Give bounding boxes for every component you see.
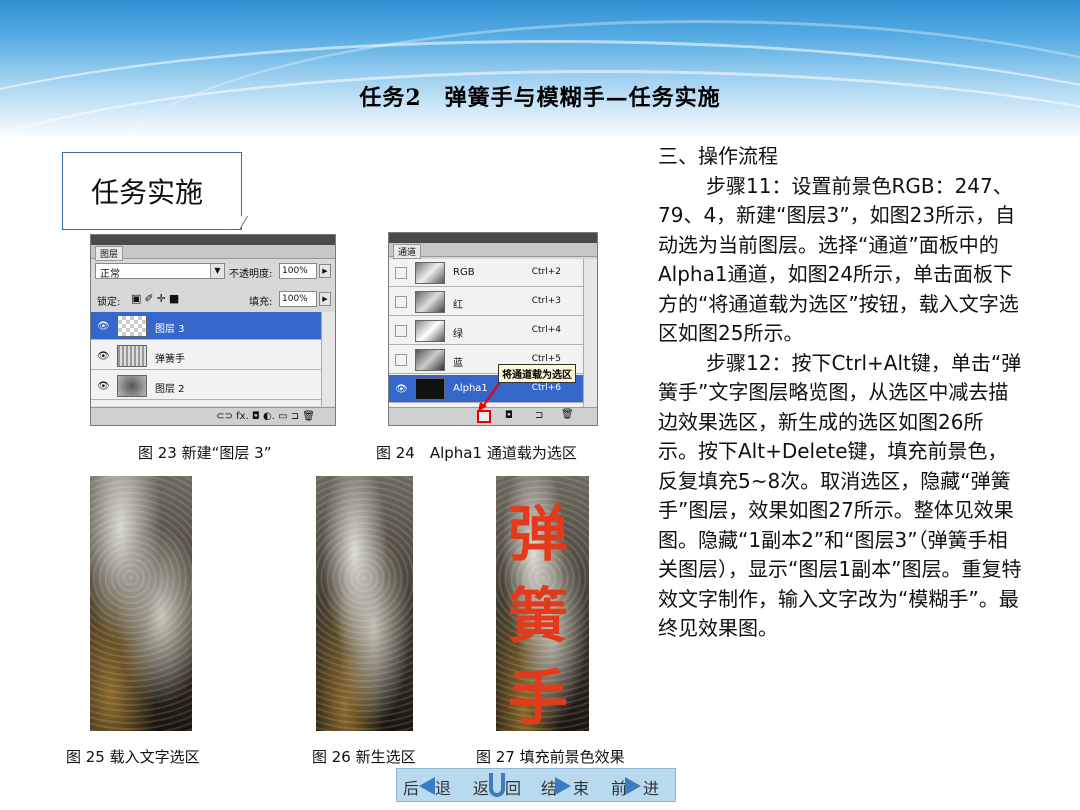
tab-layers[interactable]: 图层	[95, 246, 124, 261]
opacity-arrow-icon[interactable]: ▶	[319, 264, 331, 278]
callout-label: 任务实施	[91, 176, 204, 209]
layer-thumbnail	[117, 375, 147, 397]
blend-mode-select[interactable]: 正常 ▼	[95, 263, 225, 280]
channel-name: RGB	[453, 267, 475, 278]
channel-shortcut: Ctrl+2	[531, 267, 561, 277]
eye-icon[interactable]: 👁	[395, 384, 408, 395]
new-channel-icon[interactable]: ⊐	[535, 410, 543, 421]
tab-channels[interactable]: 通道	[393, 244, 422, 259]
red-char-1: 弹	[508, 500, 568, 570]
lock-icons[interactable]: ▣✐✛■	[131, 292, 182, 305]
layer-thumbnail	[117, 345, 147, 367]
layers-toolbar[interactable]: ⊂⊃ fx. ◘ ◐. ▭ ⊐ 🗑	[91, 407, 335, 425]
panel-tabrow: 通道	[389, 243, 597, 259]
caption-fig26: 图 26 新生选区	[312, 748, 416, 766]
layer-name: 图层 2	[155, 384, 185, 395]
opacity-input[interactable]: 100%	[279, 263, 317, 279]
visibility-box[interactable]	[395, 354, 407, 366]
layer-row-3[interactable]: 👁 图层 3	[91, 312, 321, 340]
channel-thumbnail	[415, 291, 445, 313]
fill-label: 填充:	[249, 297, 273, 308]
trash-icon[interactable]: 🗑	[561, 409, 574, 420]
channels-scrollbar[interactable]	[583, 259, 597, 407]
channel-thumbnail	[415, 262, 445, 284]
end-arrow-icon[interactable]	[555, 777, 571, 795]
figure-25-image	[90, 476, 192, 731]
back-arrow-icon[interactable]	[419, 777, 435, 795]
eye-icon[interactable]: 👁	[97, 321, 110, 332]
channel-name: 绿	[453, 329, 463, 340]
layer-row-spring[interactable]: 👁 弹簧手	[91, 342, 321, 370]
caption-fig23: 图 23 新建“图层 3”	[138, 444, 272, 462]
caption-fig27: 图 27 填充前景色效果	[476, 748, 625, 766]
visibility-box[interactable]	[395, 296, 407, 308]
channel-name: 蓝	[453, 358, 463, 369]
channel-shortcut: Ctrl+5	[531, 354, 561, 364]
layer-row-2[interactable]: 👁 图层 2	[91, 372, 321, 400]
texture-overlay	[90, 476, 192, 731]
visibility-box[interactable]	[395, 267, 407, 279]
step-11-text: 步骤11：设置前景色RGB：247、79、4，新建“图层3”，如图23所示，自动…	[658, 173, 1019, 346]
layer-thumbnail	[117, 315, 147, 337]
figure-27-image: 弹 簧 手	[496, 476, 589, 731]
red-char-2: 簧	[508, 582, 568, 652]
texture-overlay	[316, 476, 413, 731]
panel-titlebar	[91, 235, 335, 245]
panel-titlebar	[389, 233, 597, 243]
section-heading: 三、操作流程	[658, 144, 778, 168]
layer-name: 弹簧手	[155, 354, 185, 365]
slide-navigation: 后 退 返 回 结 束 前 进	[396, 768, 676, 802]
callout-box: 任务实施	[62, 152, 242, 230]
channel-name: 红	[453, 300, 463, 311]
channel-thumbnail	[415, 320, 445, 342]
caption-fig24: 图 24 Alpha1 通道载为选区	[376, 444, 577, 462]
lock-label: 锁定:	[97, 297, 121, 308]
eye-icon[interactable]: 👁	[97, 351, 110, 362]
panel-tabrow: 图层	[91, 245, 335, 261]
visibility-box[interactable]	[395, 325, 407, 337]
step-12-text: 步骤12：按下Ctrl+Alt键，单击“弹簧手”文字图层略览图，从选区中减去描边…	[658, 350, 1022, 641]
channel-row-red[interactable]: 红 Ctrl+3	[389, 288, 585, 316]
fill-input[interactable]: 100%	[279, 291, 317, 307]
blend-mode-value: 正常	[100, 269, 120, 280]
channel-thumbnail	[415, 349, 445, 371]
fill-arrow-icon[interactable]: ▶	[319, 292, 331, 306]
slide-title: 任务2 弹簧手与模糊手—任务实施	[359, 85, 721, 111]
layers-list: 👁 图层 3 👁 弹簧手 👁 图层 2	[91, 312, 321, 406]
eye-icon[interactable]: 👁	[97, 381, 110, 392]
layer-name: 图层 3	[155, 324, 185, 335]
red-char-3: 手	[508, 664, 568, 731]
channel-shortcut: Ctrl+4	[531, 325, 561, 335]
forward-arrow-icon[interactable]	[625, 777, 641, 795]
layers-scrollbar[interactable]	[321, 312, 335, 406]
opacity-label: 不透明度:	[229, 269, 273, 280]
caption-fig25: 图 25 载入文字选区	[66, 748, 200, 766]
channel-row-green[interactable]: 绿 Ctrl+4	[389, 317, 585, 345]
channel-row-rgb[interactable]: RGB Ctrl+2	[389, 259, 585, 287]
return-u-icon[interactable]	[489, 773, 505, 797]
tooltip-load-selection: 将通道载为选区	[498, 364, 576, 383]
header-background	[0, 0, 1080, 140]
channel-shortcut: Ctrl+6	[531, 383, 561, 393]
layers-panel: 图层 正常 ▼ 不透明度: 100% ▶ 锁定: ▣✐✛■ 填充: 100% ▶…	[90, 234, 336, 426]
channel-shortcut: Ctrl+3	[531, 296, 561, 306]
figure-26-image	[316, 476, 413, 731]
channel-thumbnail	[415, 378, 445, 400]
body-text: 三、操作流程 步骤11：设置前景色RGB：247、79、4，新建“图层3”，如图…	[658, 142, 1023, 644]
chevron-down-icon[interactable]: ▼	[210, 264, 224, 278]
